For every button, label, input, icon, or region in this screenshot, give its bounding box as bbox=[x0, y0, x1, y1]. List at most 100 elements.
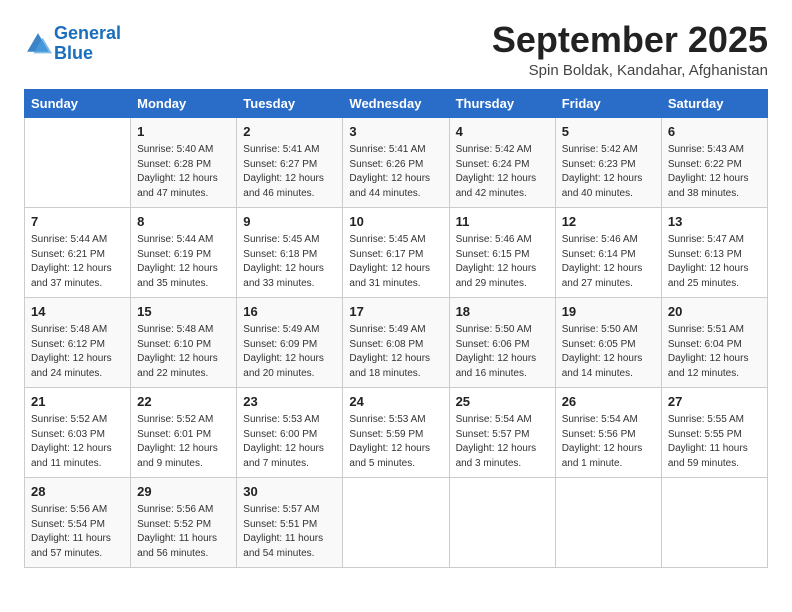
calendar-cell: 12Sunrise: 5:46 AM Sunset: 6:14 PM Dayli… bbox=[555, 207, 661, 297]
day-number: 4 bbox=[456, 123, 549, 142]
day-info: Sunrise: 5:44 AM Sunset: 6:19 PM Dayligh… bbox=[137, 233, 230, 291]
day-number: 19 bbox=[562, 303, 655, 322]
day-info: Sunrise: 5:42 AM Sunset: 6:23 PM Dayligh… bbox=[562, 143, 655, 201]
day-number: 16 bbox=[243, 303, 336, 322]
day-info: Sunrise: 5:40 AM Sunset: 6:28 PM Dayligh… bbox=[137, 143, 230, 201]
day-info: Sunrise: 5:54 AM Sunset: 5:57 PM Dayligh… bbox=[456, 413, 549, 471]
day-number: 13 bbox=[668, 213, 761, 232]
day-number: 8 bbox=[137, 213, 230, 232]
calendar-cell: 5Sunrise: 5:42 AM Sunset: 6:23 PM Daylig… bbox=[555, 117, 661, 207]
col-header-wednesday: Wednesday bbox=[343, 89, 449, 117]
day-info: Sunrise: 5:45 AM Sunset: 6:18 PM Dayligh… bbox=[243, 233, 336, 291]
calendar-cell: 14Sunrise: 5:48 AM Sunset: 6:12 PM Dayli… bbox=[25, 297, 131, 387]
day-number: 12 bbox=[562, 213, 655, 232]
calendar-cell: 17Sunrise: 5:49 AM Sunset: 6:08 PM Dayli… bbox=[343, 297, 449, 387]
day-info: Sunrise: 5:48 AM Sunset: 6:12 PM Dayligh… bbox=[31, 323, 124, 381]
calendar-cell: 2Sunrise: 5:41 AM Sunset: 6:27 PM Daylig… bbox=[237, 117, 343, 207]
day-info: Sunrise: 5:52 AM Sunset: 6:03 PM Dayligh… bbox=[31, 413, 124, 471]
col-header-monday: Monday bbox=[131, 89, 237, 117]
day-number: 24 bbox=[349, 393, 442, 412]
calendar-cell: 29Sunrise: 5:56 AM Sunset: 5:52 PM Dayli… bbox=[131, 477, 237, 567]
calendar-cell: 10Sunrise: 5:45 AM Sunset: 6:17 PM Dayli… bbox=[343, 207, 449, 297]
logo-line1: General bbox=[54, 23, 121, 43]
day-number: 29 bbox=[137, 483, 230, 502]
calendar-cell: 21Sunrise: 5:52 AM Sunset: 6:03 PM Dayli… bbox=[25, 387, 131, 477]
title-block: September 2025 Spin Boldak, Kandahar, Af… bbox=[492, 20, 768, 79]
day-info: Sunrise: 5:46 AM Sunset: 6:14 PM Dayligh… bbox=[562, 233, 655, 291]
day-info: Sunrise: 5:49 AM Sunset: 6:09 PM Dayligh… bbox=[243, 323, 336, 381]
calendar-week-row: 7Sunrise: 5:44 AM Sunset: 6:21 PM Daylig… bbox=[25, 207, 768, 297]
day-number: 7 bbox=[31, 213, 124, 232]
day-number: 1 bbox=[137, 123, 230, 142]
page-header: General Blue September 2025 Spin Boldak,… bbox=[24, 20, 768, 79]
day-info: Sunrise: 5:49 AM Sunset: 6:08 PM Dayligh… bbox=[349, 323, 442, 381]
calendar-week-row: 28Sunrise: 5:56 AM Sunset: 5:54 PM Dayli… bbox=[25, 477, 768, 567]
day-number: 18 bbox=[456, 303, 549, 322]
day-info: Sunrise: 5:47 AM Sunset: 6:13 PM Dayligh… bbox=[668, 233, 761, 291]
calendar-cell: 23Sunrise: 5:53 AM Sunset: 6:00 PM Dayli… bbox=[237, 387, 343, 477]
calendar-table: SundayMondayTuesdayWednesdayThursdayFrid… bbox=[24, 89, 768, 568]
location-subtitle: Spin Boldak, Kandahar, Afghanistan bbox=[492, 62, 768, 79]
day-info: Sunrise: 5:44 AM Sunset: 6:21 PM Dayligh… bbox=[31, 233, 124, 291]
col-header-tuesday: Tuesday bbox=[237, 89, 343, 117]
day-number: 23 bbox=[243, 393, 336, 412]
day-number: 20 bbox=[668, 303, 761, 322]
day-number: 2 bbox=[243, 123, 336, 142]
calendar-cell: 28Sunrise: 5:56 AM Sunset: 5:54 PM Dayli… bbox=[25, 477, 131, 567]
day-number: 25 bbox=[456, 393, 549, 412]
calendar-cell: 4Sunrise: 5:42 AM Sunset: 6:24 PM Daylig… bbox=[449, 117, 555, 207]
calendar-body: 1Sunrise: 5:40 AM Sunset: 6:28 PM Daylig… bbox=[25, 117, 768, 567]
col-header-friday: Friday bbox=[555, 89, 661, 117]
day-number: 9 bbox=[243, 213, 336, 232]
day-info: Sunrise: 5:42 AM Sunset: 6:24 PM Dayligh… bbox=[456, 143, 549, 201]
day-info: Sunrise: 5:53 AM Sunset: 6:00 PM Dayligh… bbox=[243, 413, 336, 471]
day-info: Sunrise: 5:41 AM Sunset: 6:27 PM Dayligh… bbox=[243, 143, 336, 201]
day-number: 26 bbox=[562, 393, 655, 412]
day-info: Sunrise: 5:41 AM Sunset: 6:26 PM Dayligh… bbox=[349, 143, 442, 201]
calendar-cell: 13Sunrise: 5:47 AM Sunset: 6:13 PM Dayli… bbox=[661, 207, 767, 297]
calendar-week-row: 14Sunrise: 5:48 AM Sunset: 6:12 PM Dayli… bbox=[25, 297, 768, 387]
calendar-week-row: 1Sunrise: 5:40 AM Sunset: 6:28 PM Daylig… bbox=[25, 117, 768, 207]
col-header-thursday: Thursday bbox=[449, 89, 555, 117]
day-number: 3 bbox=[349, 123, 442, 142]
day-info: Sunrise: 5:51 AM Sunset: 6:04 PM Dayligh… bbox=[668, 323, 761, 381]
day-number: 30 bbox=[243, 483, 336, 502]
month-title: September 2025 bbox=[492, 20, 768, 60]
calendar-cell: 26Sunrise: 5:54 AM Sunset: 5:56 PM Dayli… bbox=[555, 387, 661, 477]
day-info: Sunrise: 5:55 AM Sunset: 5:55 PM Dayligh… bbox=[668, 413, 761, 471]
calendar-cell: 9Sunrise: 5:45 AM Sunset: 6:18 PM Daylig… bbox=[237, 207, 343, 297]
calendar-cell: 24Sunrise: 5:53 AM Sunset: 5:59 PM Dayli… bbox=[343, 387, 449, 477]
calendar-cell: 27Sunrise: 5:55 AM Sunset: 5:55 PM Dayli… bbox=[661, 387, 767, 477]
col-header-sunday: Sunday bbox=[25, 89, 131, 117]
day-number: 15 bbox=[137, 303, 230, 322]
day-number: 14 bbox=[31, 303, 124, 322]
day-info: Sunrise: 5:50 AM Sunset: 6:06 PM Dayligh… bbox=[456, 323, 549, 381]
day-number: 27 bbox=[668, 393, 761, 412]
day-number: 28 bbox=[31, 483, 124, 502]
day-number: 17 bbox=[349, 303, 442, 322]
day-info: Sunrise: 5:50 AM Sunset: 6:05 PM Dayligh… bbox=[562, 323, 655, 381]
calendar-cell: 1Sunrise: 5:40 AM Sunset: 6:28 PM Daylig… bbox=[131, 117, 237, 207]
day-info: Sunrise: 5:48 AM Sunset: 6:10 PM Dayligh… bbox=[137, 323, 230, 381]
calendar-cell: 22Sunrise: 5:52 AM Sunset: 6:01 PM Dayli… bbox=[131, 387, 237, 477]
day-info: Sunrise: 5:56 AM Sunset: 5:54 PM Dayligh… bbox=[31, 503, 124, 561]
calendar-cell: 19Sunrise: 5:50 AM Sunset: 6:05 PM Dayli… bbox=[555, 297, 661, 387]
day-number: 11 bbox=[456, 213, 549, 232]
day-info: Sunrise: 5:46 AM Sunset: 6:15 PM Dayligh… bbox=[456, 233, 549, 291]
calendar-cell bbox=[661, 477, 767, 567]
logo-text: General Blue bbox=[54, 24, 121, 64]
calendar-cell bbox=[25, 117, 131, 207]
calendar-cell: 3Sunrise: 5:41 AM Sunset: 6:26 PM Daylig… bbox=[343, 117, 449, 207]
day-number: 6 bbox=[668, 123, 761, 142]
calendar-cell: 30Sunrise: 5:57 AM Sunset: 5:51 PM Dayli… bbox=[237, 477, 343, 567]
calendar-cell bbox=[555, 477, 661, 567]
logo-line2: Blue bbox=[54, 43, 93, 63]
day-info: Sunrise: 5:56 AM Sunset: 5:52 PM Dayligh… bbox=[137, 503, 230, 561]
calendar-cell: 11Sunrise: 5:46 AM Sunset: 6:15 PM Dayli… bbox=[449, 207, 555, 297]
day-number: 5 bbox=[562, 123, 655, 142]
day-info: Sunrise: 5:45 AM Sunset: 6:17 PM Dayligh… bbox=[349, 233, 442, 291]
day-info: Sunrise: 5:57 AM Sunset: 5:51 PM Dayligh… bbox=[243, 503, 336, 561]
day-info: Sunrise: 5:52 AM Sunset: 6:01 PM Dayligh… bbox=[137, 413, 230, 471]
col-header-saturday: Saturday bbox=[661, 89, 767, 117]
day-number: 22 bbox=[137, 393, 230, 412]
